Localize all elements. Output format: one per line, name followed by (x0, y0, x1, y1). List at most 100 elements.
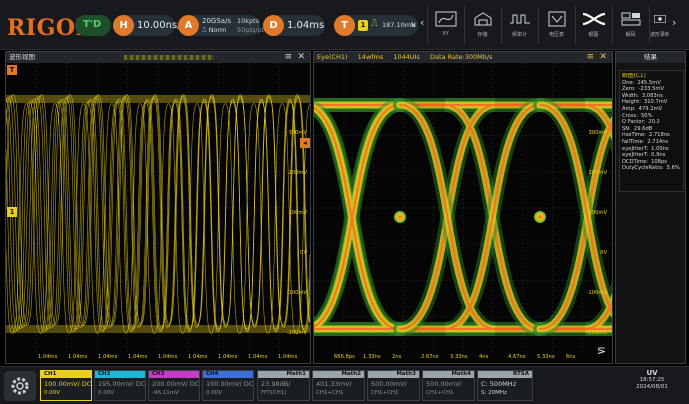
trigger-level-marker[interactable]: ◂ (300, 138, 310, 148)
measurement-value: 2.718ns (648, 132, 670, 139)
usb-status: UV (646, 369, 658, 377)
math-box-3[interactable]: Math3 500.00mV/CH1+CH1 (367, 370, 420, 401)
math-box-2[interactable]: Math2 401.33mV/CH1+CH1 (312, 370, 365, 401)
decode-button[interactable]: 解码 (612, 6, 648, 44)
time-tick-label: 4ns (479, 354, 489, 360)
channel-scale: 195.00mV/ DC (95, 380, 145, 388)
math-box-1[interactable]: Math1 23.98dB/FFT(CH1) (257, 370, 310, 401)
voltmeter-button[interactable]: 电压表 (538, 6, 574, 44)
measurement-row: One: 245.5mV (622, 80, 681, 87)
measurement-value: 29.6dB (633, 125, 653, 132)
measurement-label: Q Factor: (622, 119, 646, 126)
timebase-value: 10.00ns/ (137, 20, 181, 31)
trigger-badge: T (334, 15, 355, 36)
measurement-value: 310.7mV (643, 99, 668, 106)
measurement-label: Zero: (622, 86, 636, 93)
measurement-row: DutyCycleRatio: 5.6% (622, 165, 681, 172)
horizontal-settings[interactable]: H 10.00ns/ (113, 15, 181, 36)
measurement-value: 2.714ns (647, 138, 669, 145)
trigger-settings[interactable]: T 1 ⎍ 187.10mV N (334, 15, 418, 36)
channel-scale: 100.00mV/ DC (203, 380, 253, 388)
eye-diagram-plot (314, 63, 612, 353)
math-box-4[interactable]: Math4 500.00mV/CH1+CH1 (422, 370, 475, 401)
measurement-panel: 结果 眼图(C1) One: 245.5mV Zero: -233.5mV Width:… (615, 51, 686, 364)
acquire-badge: A (178, 15, 199, 36)
waveform-panel[interactable]: 波形视图 ≡ ✕ 1 T ◂ 300mV 200mV 100mV 0V -100mV -2… (5, 51, 311, 364)
eye-panel-header: Eye(CH1) 14wfms 1044UIs Data Rate:300Mb/… (314, 52, 612, 63)
toolbar-scroll-right-icon[interactable]: › (672, 16, 676, 29)
channel-scale-value: 200.00mV/ (152, 380, 188, 388)
time-tick-label: 1.04ms (68, 354, 88, 360)
acquire-mode: ⎍ Norm (202, 26, 227, 34)
waveform-close-icon[interactable]: ✕ (297, 52, 305, 63)
measurement-value: -233.5mV (638, 86, 665, 93)
trigger-position-marker[interactable]: T (7, 65, 17, 75)
time-tick-label: 1.04ms (98, 354, 118, 360)
delay-settings[interactable]: D 1.04ms (263, 15, 325, 36)
gear-icon (11, 377, 29, 395)
eye-list-toggle-icon[interactable]: ⋝ (597, 344, 606, 357)
eye-data-rate: Data Rate:300Mb/s (430, 53, 493, 61)
time-tick-label: 1.04ms (128, 354, 148, 360)
record-icon (653, 15, 666, 23)
xy-button[interactable]: XY (427, 6, 463, 44)
channel-box-2[interactable]: CH2 195.00mV/ DC 0.00V (94, 370, 146, 401)
trigger-slope: N (411, 21, 416, 29)
time-tick-label: 2ns (392, 354, 402, 360)
measurement-value: 479.2mV (638, 105, 663, 112)
time-tick-label: 1.04ms (158, 354, 178, 360)
measurement-label: Width: (622, 92, 639, 99)
rtsa-box[interactable]: RTSA C: 500MHz S: 20MHz (477, 370, 533, 401)
channel-scale-value: 100.00mV/ (206, 380, 242, 388)
channel-coupling: DC (243, 380, 254, 388)
eye-diagram-label: 眼图 (588, 32, 599, 38)
decode-label: 解码 (625, 32, 636, 38)
eye-diagram-panel[interactable]: Eye(CH1) 14wfms 1044UIs Data Rate:300Mb/… (313, 51, 613, 364)
eye-close-icon[interactable]: ✕ (599, 52, 607, 63)
math-source: CH1+CH1 (316, 390, 344, 396)
measurement-row: SN: 29.6dB (622, 126, 681, 133)
channel-box-3[interactable]: CH3 200.00mV/ DC -96.11mV (148, 370, 200, 401)
measurement-value: 20.2 (648, 119, 660, 126)
trigger-edge-icon: ⎍ (371, 18, 378, 29)
eye-menu-icon[interactable]: ≡ (586, 52, 594, 63)
eye-diagram-button[interactable]: 眼图 (575, 6, 611, 44)
measurement-label: eyeJitterT: (622, 152, 649, 159)
measurement-value: 245.5mV (637, 79, 661, 86)
toolbar-scroll-left-icon[interactable]: ‹ (420, 16, 424, 29)
measurement-row: Zero: -233.5mV (622, 86, 681, 93)
voltage-tick-label: 300mV (588, 130, 607, 136)
acquire-mode-label: Norm (208, 26, 227, 34)
run-status-label: T'D (83, 19, 102, 30)
record-button[interactable]: 波形录制 (649, 6, 669, 44)
save-button[interactable]: 存储 (464, 6, 500, 44)
points-per-pixel: 50pts/pt (237, 26, 265, 34)
time-tick-label: 6ns (566, 354, 576, 360)
run-status-button[interactable]: T'D (75, 15, 111, 36)
counter-button[interactable]: 频率计 (501, 6, 537, 44)
time-tick-label: 1.04ms (38, 354, 58, 360)
measurement-label: Height: (622, 99, 641, 106)
eye-crossing-point (394, 211, 406, 223)
rtsa-title: RTSA (478, 371, 532, 378)
channel1-marker[interactable]: 1 (7, 207, 17, 217)
time-tick-label: 1.04ms (278, 354, 298, 360)
time-tick-label: 666.8ps (334, 354, 355, 360)
voltage-tick-label: -200mV (586, 330, 607, 336)
channel-scale: 200.00mV/ DC (149, 380, 199, 388)
home-menu-button[interactable] (4, 371, 36, 401)
voltage-tick-label: 300mV (288, 130, 307, 136)
eye-results-heading: 眼图(C1) (622, 73, 646, 79)
eye-ui-count: 1044UIs (393, 53, 420, 61)
eye-measurement-results[interactable]: 眼图(C1) One: 245.5mV Zero: -233.5mV Width: 3.0… (619, 70, 684, 192)
time-tick-label: 1.04ms (248, 354, 268, 360)
channel-box-4[interactable]: CH4 100.00mV/ DC 0.00V (202, 370, 254, 401)
acquire-settings[interactable]: A 20GSa/s 10kpts ⎍ Norm 50pts/pt (178, 15, 264, 36)
time-tick-label: 1.04ms (218, 354, 238, 360)
measurement-label: SN: (622, 125, 631, 132)
channel-box-1[interactable]: CH1 100.00mV/ DC 0.00V (40, 370, 92, 401)
voltage-tick-label: -100mV (286, 290, 307, 296)
channel-scale-value: 100.00mV/ (44, 380, 80, 388)
waveform-menu-icon[interactable]: ≡ (284, 52, 292, 63)
voltage-tick-label: 0V (300, 250, 307, 256)
